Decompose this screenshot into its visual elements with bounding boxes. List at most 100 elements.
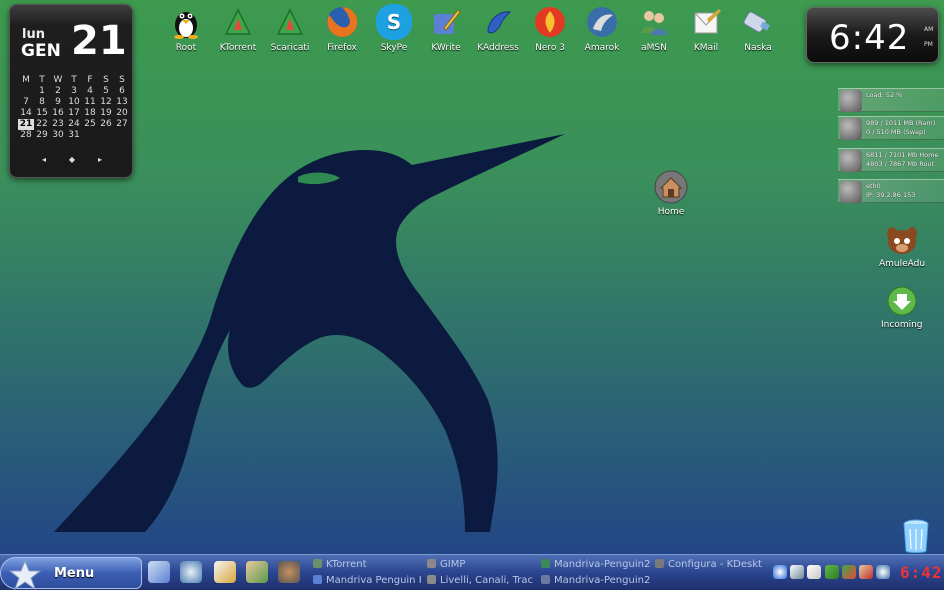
quicklaunch-kwrite-icon[interactable]: [148, 561, 170, 583]
launcher-ktorrent[interactable]: KTorrent: [212, 4, 264, 53]
task-configura-kdesktop[interactable]: Configura - KDeskt: [655, 559, 763, 574]
calendar-header-row: M T W T F S S: [18, 75, 130, 86]
launcher-amarok[interactable]: Amarok: [576, 4, 628, 53]
desktop-icon-incoming[interactable]: Incoming: [881, 285, 923, 330]
calendar-prev-button[interactable]: ◂: [42, 155, 46, 164]
calendar-day[interactable]: 6: [114, 86, 130, 97]
task-label: Mandriva-Penguin2: [554, 575, 651, 586]
calendar-day[interactable]: 19: [98, 108, 114, 119]
calendar-day[interactable]: 16: [50, 108, 66, 119]
calendar-day[interactable]: 14: [18, 108, 34, 119]
launcher-scaricati[interactable]: Scaricati: [264, 4, 316, 53]
calendar-day[interactable]: 17: [66, 108, 82, 119]
calendar-day[interactable]: 18: [82, 108, 98, 119]
calendar-day[interactable]: 10: [66, 97, 82, 108]
image-icon: [541, 575, 550, 584]
calendar-day[interactable]: 23: [50, 119, 66, 130]
memory-monitor: 989 / 1011 MB (Ram) 0 / 510 MB (Swap): [838, 116, 944, 140]
task-label: Configura - KDeskt: [668, 559, 762, 570]
task-mandriva-penguin-k[interactable]: Mandriva Penguin K: [313, 575, 421, 590]
quicklaunch-kmail-icon[interactable]: [214, 561, 236, 583]
start-menu-button[interactable]: Menu: [0, 557, 142, 590]
calendar-day[interactable]: 9: [50, 97, 66, 108]
launcher-firefox[interactable]: Firefox: [316, 4, 368, 53]
calendar-day[interactable]: 8: [34, 97, 50, 108]
tray-clipboard-icon[interactable]: [807, 565, 821, 579]
tray-amarok-icon[interactable]: [876, 565, 890, 579]
task-mandriva-penguin2-b[interactable]: Mandriva-Penguin2: [541, 575, 651, 590]
calendar-day[interactable]: 20: [114, 108, 130, 119]
weekday-header: M: [22, 75, 30, 85]
launcher-kwrite[interactable]: KWrite: [420, 4, 472, 53]
calendar-day[interactable]: 7: [18, 97, 34, 108]
calendar-day[interactable]: 13: [114, 97, 130, 108]
launcher-amsn[interactable]: aMSN: [628, 4, 680, 53]
quicklaunch-settings-icon[interactable]: [180, 561, 202, 583]
taskbar: Menu KTorrent Mandriva Penguin K GIMP Li…: [0, 554, 944, 590]
calendar-weekday: lun: [22, 27, 45, 42]
calendar-day[interactable]: [98, 130, 114, 141]
desktop-icon-home[interactable]: Home: [653, 170, 689, 217]
tray-network-icon[interactable]: [773, 565, 787, 579]
calendar-next-button[interactable]: ▸: [98, 155, 102, 164]
calendar-day[interactable]: 30: [50, 130, 66, 141]
launcher-kmail[interactable]: KMail: [680, 4, 732, 53]
launcher-root[interactable]: Root: [160, 4, 212, 53]
desktop-icon-label: Incoming: [881, 320, 923, 330]
ram-usage: 989 / 1011 MB (Ram): [866, 119, 936, 127]
launcher-skype[interactable]: S SkyPe: [368, 4, 420, 53]
calendar-day[interactable]: 2: [50, 86, 66, 97]
tux-icon: [168, 4, 204, 40]
launcher-label: KAddress: [477, 43, 519, 53]
calendar-day[interactable]: 15: [34, 108, 50, 119]
calendar-day[interactable]: [114, 130, 130, 141]
calendar-day[interactable]: 26: [98, 119, 114, 130]
quicklaunch-amsn-icon[interactable]: [246, 561, 268, 583]
tray-ktorrent-icon[interactable]: [842, 565, 856, 579]
launcher-nero[interactable]: Nero 3: [524, 4, 576, 53]
clock-pm-indicator: PM: [924, 41, 933, 48]
task-livelli-canali[interactable]: Livelli, Canali, Trac: [427, 575, 535, 590]
task-mandriva-penguin2-a[interactable]: Mandriva-Penguin2: [541, 559, 651, 574]
memory-text: 989 / 1011 MB (Ram) 0 / 510 MB (Swap): [866, 119, 935, 137]
gimp-icon: [427, 559, 436, 568]
calendar-day-today[interactable]: 21: [18, 119, 34, 130]
calendar-day[interactable]: [18, 86, 34, 97]
calendar-day[interactable]: 24: [66, 119, 82, 130]
amule-icon: [887, 227, 918, 254]
calendar-day[interactable]: 1: [34, 86, 50, 97]
calendar-day[interactable]: 22: [34, 119, 50, 130]
cpu-icon: [840, 90, 862, 112]
calendar-day[interactable]: 28: [18, 130, 34, 141]
launcher-naska[interactable]: Naska: [732, 4, 784, 53]
calendar-today-button[interactable]: ◆: [69, 155, 75, 164]
calendar-day[interactable]: 12: [98, 97, 114, 108]
top-launcher-bar: Root KTorrent Scaricati Firefox S SkyPe …: [160, 4, 784, 53]
tray-update-icon[interactable]: [825, 565, 839, 579]
cpu-monitor: Load: 52 %: [838, 88, 944, 112]
clock-am-indicator: AM: [924, 26, 934, 33]
trash-icon[interactable]: [902, 519, 930, 555]
calendar-day[interactable]: 29: [34, 130, 50, 141]
task-ktorrent[interactable]: KTorrent: [313, 559, 421, 574]
task-gimp[interactable]: GIMP: [427, 559, 535, 574]
star-icon: [9, 560, 41, 590]
desktop-icon-amule[interactable]: AmuleAdu: [879, 224, 925, 269]
calendar-day[interactable]: [82, 130, 98, 141]
calendar-day[interactable]: 31: [66, 130, 82, 141]
weekday-header: W: [53, 75, 63, 85]
calendar-day[interactable]: 3: [66, 86, 82, 97]
calendar-day[interactable]: 4: [82, 86, 98, 97]
launcher-kaddress[interactable]: KAddress: [472, 4, 524, 53]
tray-user-icon[interactable]: [859, 565, 873, 579]
quicklaunch-home-icon[interactable]: [278, 561, 300, 583]
calendar-day[interactable]: 11: [82, 97, 98, 108]
tray-volume-icon[interactable]: [790, 565, 804, 579]
calendar-day[interactable]: 5: [98, 86, 114, 97]
calendar-day[interactable]: 25: [82, 119, 98, 130]
weekday-header: T: [39, 75, 45, 85]
home-icon: [654, 170, 688, 204]
nero-icon: [532, 4, 568, 40]
download-arrow-icon: [887, 286, 917, 316]
calendar-day[interactable]: 27: [114, 119, 130, 130]
